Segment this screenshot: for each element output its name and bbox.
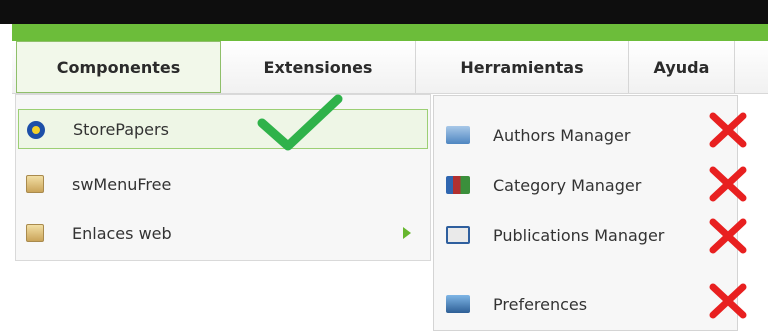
tab-componentes[interactable]: Componentes — [16, 41, 221, 93]
dropdown-item-label: Enlaces web — [72, 223, 172, 243]
tab-herramientas[interactable]: Herramientas — [416, 41, 629, 93]
preferences-icon — [446, 295, 470, 313]
submenu-item-category-manager[interactable]: Category Manager — [438, 168, 733, 202]
storepapers-icon — [27, 121, 45, 139]
submenu-item-authors-manager[interactable]: Authors Manager — [438, 118, 733, 152]
submenu-item-preferences[interactable]: Preferences — [438, 287, 733, 321]
submenu-item-label: Publications Manager — [493, 225, 665, 245]
folder-icon — [26, 224, 44, 242]
authors-icon — [446, 126, 470, 144]
dropdown-item-storepapers[interactable]: StorePapers — [18, 109, 428, 149]
dropdown-item-label: StorePapers — [73, 119, 169, 139]
submenu-item-label: Authors Manager — [493, 125, 631, 145]
submenu-item-publications-manager[interactable]: Publications Manager — [438, 218, 733, 252]
submenu-item-label: Category Manager — [493, 175, 642, 195]
top-black-bar — [0, 0, 768, 24]
submenu-item-label: Preferences — [493, 294, 588, 314]
componentes-dropdown: StorePapers swMenuFree Enlaces web — [15, 94, 431, 261]
publications-icon — [446, 226, 470, 244]
dropdown-item-enlaces-web[interactable]: Enlaces web — [18, 213, 428, 253]
x-mark-icon — [709, 112, 747, 148]
dropdown-item-label: swMenuFree — [72, 174, 172, 194]
checkmark-icon — [257, 94, 343, 151]
tab-ayuda[interactable]: Ayuda — [629, 41, 735, 93]
x-mark-icon — [709, 283, 747, 319]
dropdown-item-swmenufree[interactable]: swMenuFree — [18, 164, 428, 204]
submenu-arrow-icon — [403, 227, 411, 239]
menu-bar: Componentes Extensiones Herramientas Ayu… — [12, 41, 768, 94]
x-mark-icon — [709, 166, 747, 202]
category-icon — [446, 176, 470, 194]
tab-extensiones[interactable]: Extensiones — [221, 41, 416, 93]
folder-icon — [26, 175, 44, 193]
x-mark-icon — [709, 218, 747, 254]
top-green-bar — [12, 24, 768, 41]
enlaces-submenu: Authors Manager Category Manager Publica… — [433, 95, 738, 331]
